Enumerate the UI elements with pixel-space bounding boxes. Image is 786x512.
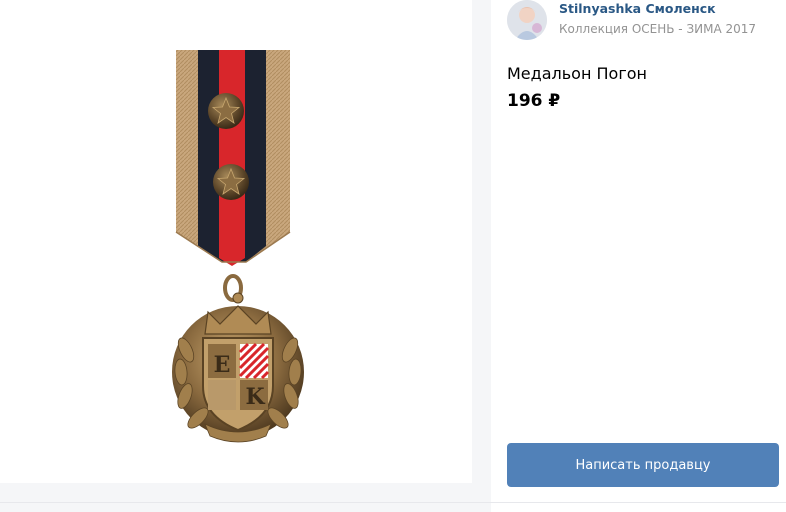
star-icon [208, 93, 244, 129]
contact-seller-button[interactable]: Написать продавцу [507, 443, 779, 487]
product-price: 196 ₽ [507, 91, 561, 111]
seller-name-link[interactable]: Stilnyashka Смоленск [559, 1, 716, 16]
collection-link[interactable]: Коллекция ОСЕНЬ - ЗИМА 2017 [559, 22, 756, 36]
star-icon [213, 164, 249, 200]
product-photo[interactable]: E K [0, 0, 472, 483]
seller-avatar-icon [507, 0, 547, 40]
avatar[interactable] [507, 0, 547, 40]
monogram-letter: K [245, 384, 265, 410]
ribbon [175, 50, 291, 266]
photo-panel: E K [0, 0, 491, 512]
product-info: Stilnyashka Смоленск Коллекция ОСЕНЬ - З… [491, 0, 786, 512]
monogram-letter: E [214, 352, 231, 378]
medal-image: E K [172, 50, 304, 443]
product-page: E K Stilnyashka Смоленск Коллекция ОСЕНЬ… [0, 0, 786, 512]
product-title: Медальон Погон [507, 64, 647, 83]
medal: E K [172, 292, 304, 443]
